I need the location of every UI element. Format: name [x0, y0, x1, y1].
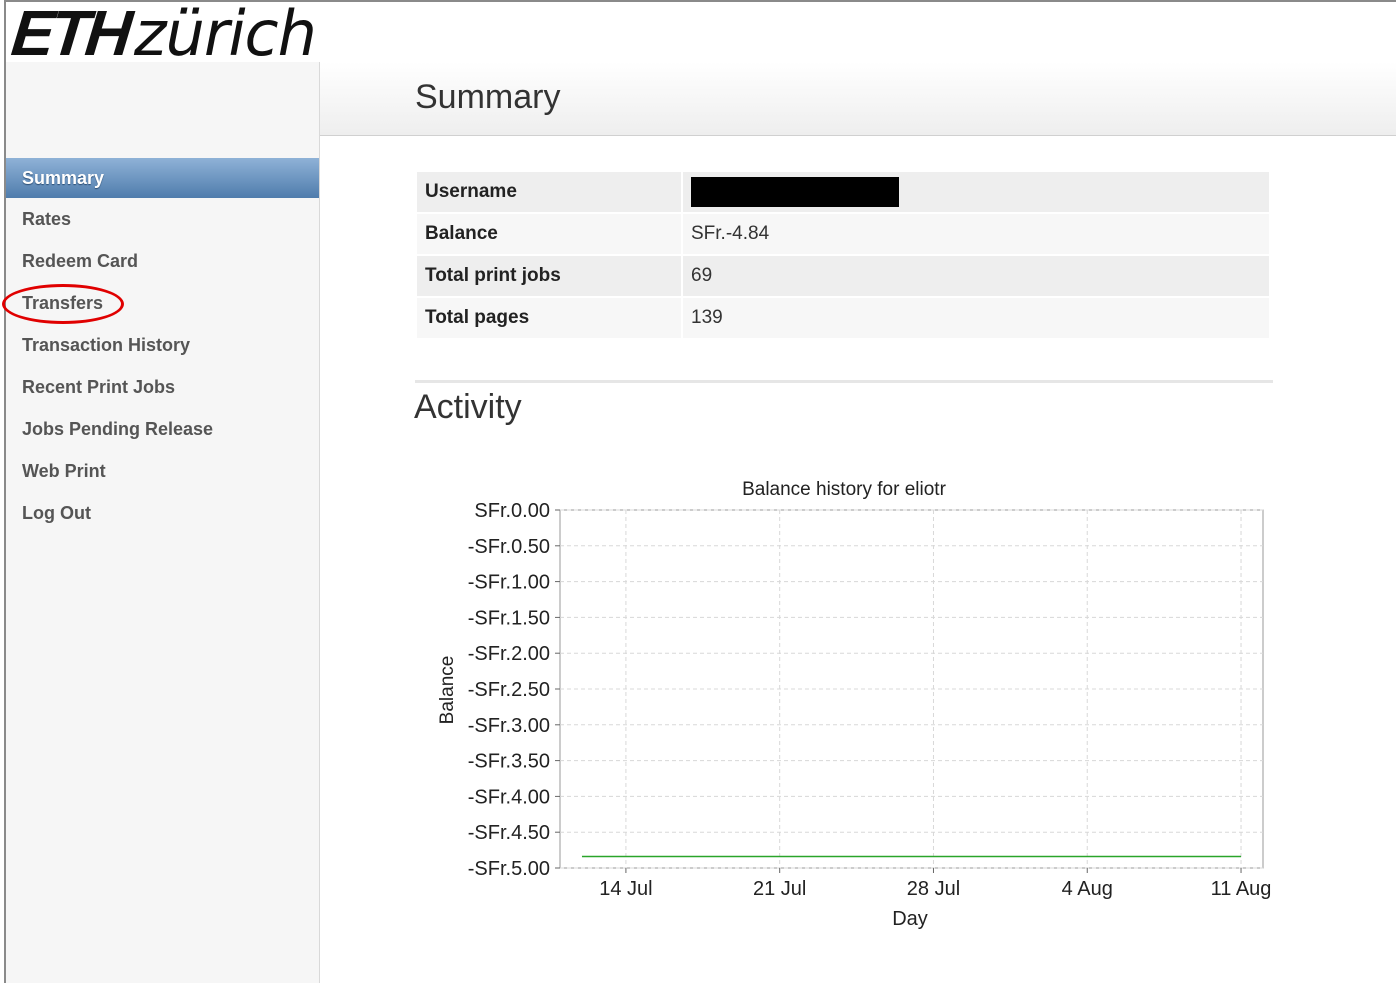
- sidebar-item-log-out[interactable]: Log Out: [6, 492, 319, 534]
- table-row-pages: Total pages 139: [417, 298, 1269, 338]
- chart-x-tick-label: 11 Aug: [1211, 878, 1272, 900]
- pages-value: 139: [683, 298, 1269, 338]
- chart-x-tick-label: 28 Jul: [907, 878, 960, 900]
- chart-y-tick-label: -SFr.0.50: [468, 536, 550, 558]
- chart-x-tick-label: 14 Jul: [599, 878, 652, 900]
- activity-title: Activity: [414, 388, 522, 426]
- summary-table: Username Balance SFr.-4.84 Total print j…: [415, 170, 1271, 340]
- sidebar-nav: Summary Rates Redeem Card Transfers Tran…: [6, 158, 319, 534]
- sidebar-item-rates[interactable]: Rates: [6, 198, 319, 240]
- pages-label: Total pages: [417, 298, 681, 338]
- username-value: [683, 172, 1269, 212]
- chart-y-tick-label: -SFr.1.00: [468, 572, 550, 594]
- balance-value: SFr.-4.84: [683, 214, 1269, 254]
- eth-zurich-logo[interactable]: ETHzürich: [8, 0, 317, 70]
- chart-x-tick-label: 21 Jul: [753, 878, 806, 900]
- print-jobs-value: 69: [683, 256, 1269, 296]
- table-row-print-jobs: Total print jobs 69: [417, 256, 1269, 296]
- chart-y-tick-label: -SFr.3.00: [468, 715, 550, 737]
- chart-y-tick-label: -SFr.4.00: [468, 786, 550, 808]
- sidebar-item-transfers[interactable]: Transfers: [6, 282, 319, 324]
- username-label: Username: [417, 172, 681, 212]
- sidebar-item-transaction-history[interactable]: Transaction History: [6, 324, 319, 366]
- chart-y-tick-label: -SFr.4.50: [468, 822, 550, 844]
- chart-x-tick-label: 4 Aug: [1062, 878, 1113, 900]
- page-title: Summary: [415, 78, 561, 116]
- table-row-balance: Balance SFr.-4.84: [417, 214, 1269, 254]
- chart-y-tick-label: -SFr.2.00: [468, 643, 550, 665]
- chart-plot-area: SFr.0.00 -SFr.0.50 -SFr.1.00 -SFr.1.50 -SFr.…: [468, 500, 1272, 900]
- balance-history-chart: Balance history for eliotr Balance Day S…: [437, 479, 1272, 930]
- sidebar-item-recent-print-jobs[interactable]: Recent Print Jobs: [6, 366, 319, 408]
- chart-y-axis-label: Balance: [437, 656, 458, 725]
- sidebar: Summary Rates Redeem Card Transfers Tran…: [6, 62, 320, 983]
- logo-eth-text: ETH: [8, 0, 132, 69]
- sidebar-item-summary[interactable]: Summary: [6, 158, 319, 198]
- sidebar-item-jobs-pending-release[interactable]: Jobs Pending Release: [6, 408, 319, 450]
- section-divider: [415, 380, 1273, 383]
- chart-y-tick-label: -SFr.3.50: [468, 751, 550, 773]
- page-header: Summary: [320, 62, 1396, 136]
- chart-y-tick-label: -SFr.2.50: [468, 679, 550, 701]
- redacted-username-block: [691, 177, 899, 207]
- chart-y-tick-label: SFr.0.00: [474, 500, 550, 522]
- chart-title: Balance history for eliotr: [742, 479, 946, 500]
- balance-label: Balance: [417, 214, 681, 254]
- logo-zurich-text: zürich: [134, 0, 317, 70]
- chart-y-tick-label: -SFr.1.50: [468, 607, 550, 629]
- sidebar-item-redeem-card[interactable]: Redeem Card: [6, 240, 319, 282]
- print-jobs-label: Total print jobs: [417, 256, 681, 296]
- table-row-username: Username: [417, 172, 1269, 212]
- chart-x-axis-label: Day: [892, 908, 928, 930]
- chart-y-tick-label: -SFr.5.00: [468, 858, 550, 880]
- sidebar-item-web-print[interactable]: Web Print: [6, 450, 319, 492]
